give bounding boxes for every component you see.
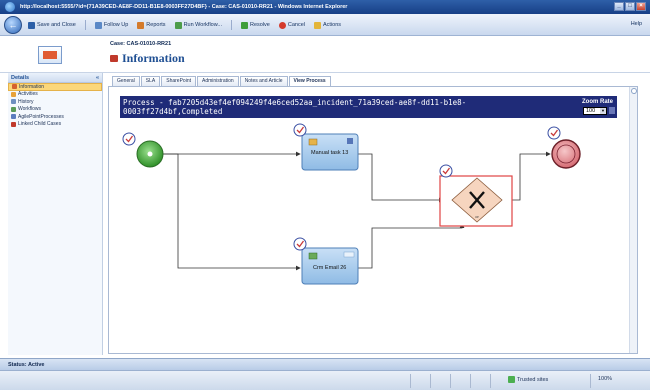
maximize-button[interactable]: □ <box>625 2 635 11</box>
save-and-close-button[interactable]: Save and Close <box>28 21 76 29</box>
manual-task-icon <box>308 138 318 146</box>
nav-item-information[interactable]: Information <box>8 83 102 91</box>
resolve-check-icon <box>240 21 248 29</box>
status-segment <box>410 374 411 388</box>
nav-item-linked-child-cases[interactable]: Linked Child Cases <box>8 121 102 129</box>
status-segment <box>430 374 431 388</box>
workflow-icon <box>174 21 182 29</box>
process-diagram: or <box>122 123 581 285</box>
manual-task-complete-check-icon <box>293 123 307 137</box>
toolbar-separator <box>230 20 232 30</box>
process-header-bar: Process - fab7205d43ef4ef094249f4e6ced52… <box>120 96 617 118</box>
resolve-button[interactable]: Resolve <box>240 21 270 29</box>
case-entity-icon <box>38 46 62 64</box>
save-icon <box>28 21 35 29</box>
help-menu[interactable]: Help <box>631 21 642 27</box>
cancel-button[interactable]: Cancel <box>278 21 305 29</box>
status-segment <box>590 374 591 388</box>
end-complete-check-icon <box>547 126 561 140</box>
scroll-up-icon[interactable] <box>631 88 637 94</box>
envelope-icon <box>343 251 355 258</box>
email-task-complete-check-icon <box>293 237 307 251</box>
tab-sharepoint[interactable]: SharePoint <box>161 76 196 86</box>
tab-general[interactable]: General <box>112 76 140 86</box>
process-diagram-canvas: or Manual task 13 Crm Email 26 <box>120 120 617 345</box>
manual-task-label: Manual task 13 <box>311 150 349 156</box>
workflows-icon <box>11 106 16 112</box>
reports-button[interactable]: Reports <box>137 21 166 29</box>
tab-administration[interactable]: Administration <box>197 76 239 86</box>
tab-view-process[interactable]: View Process <box>288 76 331 86</box>
follow-up-icon <box>94 21 102 29</box>
browser-status-bar: Trusted sites 100% <box>0 370 650 390</box>
minimize-button[interactable]: _ <box>614 2 624 11</box>
cases-icon <box>11 121 16 127</box>
end-event[interactable] <box>551 139 581 169</box>
browser-window: http://localhost:5555/?id={71A39CED-AE8F… <box>0 0 650 390</box>
start-event[interactable] <box>136 140 164 168</box>
process-icon <box>11 114 16 120</box>
tab-sla[interactable]: SLA <box>140 76 161 86</box>
view-process-panel: Process - fab7205d43ef4ef094249f4e6ced52… <box>108 86 638 354</box>
task-status-icon <box>347 138 353 144</box>
vertical-scrollbar[interactable] <box>629 87 637 353</box>
command-toolbar: ← Save and Close Follow Up Reports Run W… <box>0 14 650 36</box>
nav-item-history[interactable]: History <box>8 98 102 106</box>
nav-item-workflows[interactable]: Workflows <box>8 106 102 114</box>
window-controls: _ □ × <box>614 2 646 11</box>
case-number: Case: CAS-01010-RR21 <box>110 41 172 47</box>
status-segment <box>490 374 491 388</box>
connector-manual-to-gateway <box>358 153 444 203</box>
information-icon <box>110 55 118 62</box>
connector-email-to-gateway <box>358 223 465 269</box>
tab-notes-and-article[interactable]: Notes and Article <box>239 76 288 86</box>
email-task-label: Crm Email 26 <box>313 265 347 271</box>
status-segment <box>470 374 471 388</box>
reports-icon <box>137 21 145 29</box>
gateway-complete-check-icon <box>439 164 453 178</box>
internet-explorer-icon <box>5 2 15 12</box>
back-button[interactable]: ← <box>4 16 22 34</box>
status-text: Status: Active <box>8 362 45 368</box>
left-navigation: Details « Information Activities History… <box>8 73 103 355</box>
run-workflow-button[interactable]: Run Workflow... <box>174 21 222 29</box>
form-status-bar: Status: Active <box>0 358 650 370</box>
collapse-nav-button[interactable]: « <box>96 73 99 83</box>
actions-icon <box>313 21 321 29</box>
form-tabs: General SLA SharePoint Administration No… <box>112 76 331 86</box>
page-title: Information <box>110 51 185 66</box>
history-icon <box>11 99 16 105</box>
information-icon <box>12 84 17 90</box>
trusted-sites-icon <box>508 376 515 383</box>
nav-item-agilepoint-processes[interactable]: AgilePointProcesses <box>8 113 102 121</box>
actions-menu[interactable]: Actions <box>313 21 341 29</box>
browser-zoom-level[interactable]: 100% <box>598 376 612 382</box>
email-task-icon <box>308 252 318 260</box>
activities-icon <box>11 91 16 97</box>
cancel-icon <box>278 21 286 29</box>
process-title: Process - fab7205d43ef4ef094249f4e6ced52… <box>123 98 467 116</box>
window-titlebar: http://localhost:5555/?id={71A39CED-AE8F… <box>0 0 650 14</box>
connector-start-to-email <box>162 153 301 271</box>
form-header: Case: CAS-01010-RR21 Information <box>0 36 650 73</box>
window-title: http://localhost:5555/?id={71A39CED-AE8F… <box>20 4 348 10</box>
zoom-apply-button[interactable] <box>609 107 615 114</box>
nav-item-activities[interactable]: Activities <box>8 91 102 99</box>
toolbar-separator <box>84 20 86 30</box>
nav-header-details: Details « <box>8 73 102 83</box>
start-complete-check-icon <box>122 132 136 146</box>
exclusive-gateway[interactable]: or <box>439 175 513 227</box>
follow-up-button[interactable]: Follow Up <box>94 21 128 29</box>
close-button[interactable]: × <box>636 2 646 11</box>
security-zone[interactable]: Trusted sites <box>508 376 548 383</box>
toolbar-items: Save and Close Follow Up Reports Run Wor… <box>28 20 341 30</box>
zoom-rate-label: Zoom Rate <box>581 99 613 105</box>
zoom-rate-select[interactable]: 100 <box>583 107 607 115</box>
status-segment <box>450 374 451 388</box>
